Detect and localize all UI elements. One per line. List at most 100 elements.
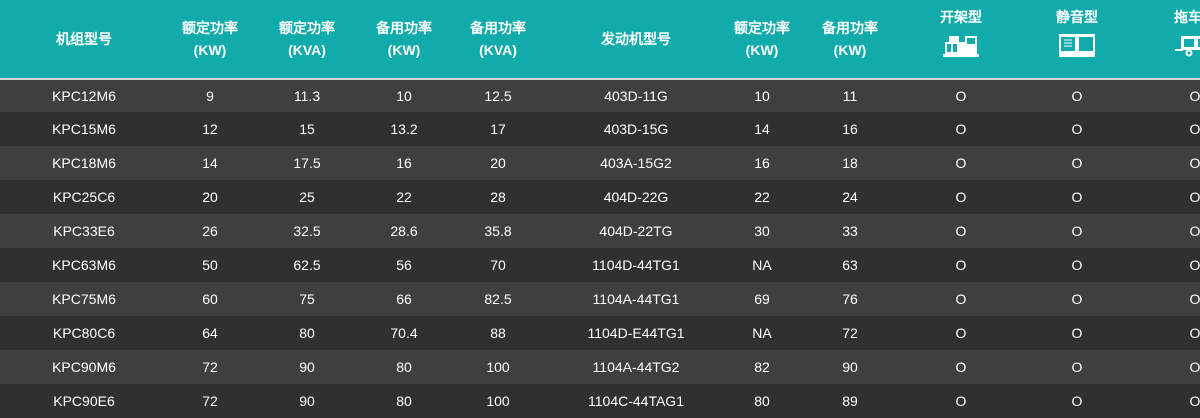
table-body: KPC12M6 9 11.3 10 12.5 403D-11G 10 11 O O O KPC15M6… [0,78,1200,418]
cell-engine-rated-kw: 82 [722,350,802,384]
cell-model: KPC33E6 [0,214,168,248]
cell-standby-kva: 70 [446,248,550,282]
cell-trailer-type: O [1130,180,1200,214]
cell-open-type: O [898,180,1024,214]
cell-standby-kw: 56 [362,248,446,282]
cell-rated-kw: 72 [168,384,252,418]
cell-standby-kva: 100 [446,350,550,384]
table-row: KPC15M6 12 15 13.2 17 403D-15G 14 16 O O O [0,112,1200,146]
header-standby-kw-unit: (KW) [387,42,421,58]
cell-open-type: O [898,282,1024,316]
header-model: 机组型号 [0,0,168,79]
cell-silent-type: O [1024,248,1130,282]
cell-rated-kva: 90 [252,350,362,384]
cell-trailer-type: O [1130,78,1200,112]
trailer-generator-icon [1175,36,1200,57]
cell-trailer-type: O [1130,146,1200,180]
cell-rated-kva: 17.5 [252,146,362,180]
cell-standby-kw: 16 [362,146,446,180]
cell-standby-kw: 70.4 [362,316,446,350]
cell-standby-kw: 80 [362,350,446,384]
table-row: KPC12M6 9 11.3 10 12.5 403D-11G 10 11 O O O [0,78,1200,112]
cell-rated-kva: 15 [252,112,362,146]
table-row: KPC33E6 26 32.5 28.6 35.8 404D-22TG 30 33 O O O [0,214,1200,248]
table-row: KPC90M6 72 90 80 100 1104A-44TG2 82 90 O O O [0,350,1200,384]
cell-standby-kva: 35.8 [446,214,550,248]
cell-silent-type: O [1024,112,1130,146]
cell-trailer-type: O [1130,214,1200,248]
open-frame-generator-icon [943,36,979,57]
cell-silent-type: O [1024,384,1130,418]
cell-standby-kw: 80 [362,384,446,418]
cell-rated-kw: 72 [168,350,252,384]
cell-standby-kw: 10 [362,78,446,112]
cell-engine-standby-kw: 89 [802,384,898,418]
table-row: KPC18M6 14 17.5 16 20 403A-15G2 16 18 O O O [0,146,1200,180]
cell-silent-type: O [1024,282,1130,316]
cell-engine-model: 403A-15G2 [550,146,722,180]
cell-open-type: O [898,112,1024,146]
cell-engine-model: 1104D-44TG1 [550,248,722,282]
cell-open-type: O [898,316,1024,350]
cell-engine-model: 403D-11G [550,78,722,112]
cell-engine-standby-kw: 76 [802,282,898,316]
cell-rated-kw: 12 [168,112,252,146]
cell-rated-kva: 25 [252,180,362,214]
cell-model: KPC18M6 [0,146,168,180]
header-standby-kva: 备用功率 (KVA) [446,0,550,79]
cell-engine-rated-kw: 80 [722,384,802,418]
cell-engine-standby-kw: 16 [802,112,898,146]
header-open-type-title: 开架型 [940,9,982,25]
cell-model: KPC15M6 [0,112,168,146]
header-silent-type-title: 静音型 [1056,9,1098,25]
cell-silent-type: O [1024,78,1130,112]
cell-model: KPC25C6 [0,180,168,214]
cell-engine-model: 1104C-44TAG1 [550,384,722,418]
cell-engine-model: 1104D-E44TG1 [550,316,722,350]
header-engine-rated-kw-title: 额定功率 [734,20,790,36]
cell-engine-model: 404D-22G [550,180,722,214]
cell-engine-rated-kw: NA [722,316,802,350]
header-engine-standby-kw-unit: (KW) [833,42,867,58]
cell-model: KPC63M6 [0,248,168,282]
silent-generator-icon [1059,34,1095,57]
cell-model: KPC12M6 [0,78,168,112]
cell-rated-kva: 62.5 [252,248,362,282]
table-row: KPC90E6 72 90 80 100 1104C-44TAG1 80 89 O O O [0,384,1200,418]
cell-rated-kw: 60 [168,282,252,316]
cell-engine-rated-kw: 14 [722,112,802,146]
header-engine-model: 发动机型号 [550,0,722,79]
header-engine-rated-kw: 额定功率 (KW) [722,0,802,79]
table-row: KPC63M6 50 62.5 56 70 1104D-44TG1 NA 63 O O O [0,248,1200,282]
header-rated-kva: 额定功率 (KVA) [252,0,362,79]
cell-standby-kva: 100 [446,384,550,418]
cell-open-type: O [898,146,1024,180]
cell-open-type: O [898,248,1024,282]
cell-engine-model: 1104A-44TG2 [550,350,722,384]
header-rated-kw: 额定功率 (KW) [168,0,252,79]
header-standby-kw-title: 备用功率 [376,20,432,36]
cell-standby-kva: 20 [446,146,550,180]
cell-rated-kva: 32.5 [252,214,362,248]
header-rated-kw-unit: (KW) [193,42,227,58]
cell-open-type: O [898,214,1024,248]
cell-rated-kw: 64 [168,316,252,350]
cell-standby-kw: 66 [362,282,446,316]
cell-open-type: O [898,78,1024,112]
cell-trailer-type: O [1130,316,1200,350]
cell-rated-kw: 20 [168,180,252,214]
cell-trailer-type: O [1130,384,1200,418]
cell-engine-rated-kw: 22 [722,180,802,214]
header-rated-kva-title: 额定功率 [279,20,335,36]
header-trailer-type: 拖车型 [1130,0,1200,79]
cell-rated-kva: 90 [252,384,362,418]
cell-engine-rated-kw: 10 [722,78,802,112]
cell-silent-type: O [1024,214,1130,248]
generator-spec-table: 机组型号 额定功率 (KW) 额定功率 (KVA) 备用功率 (KW) 备用功率… [0,0,1200,418]
cell-rated-kva: 11.3 [252,78,362,112]
header-row: 机组型号 额定功率 (KW) 额定功率 (KVA) 备用功率 (KW) 备用功率… [0,0,1200,79]
header-open-type: 开架型 [898,0,1024,79]
cell-standby-kw: 13.2 [362,112,446,146]
header-rated-kw-title: 额定功率 [182,20,238,36]
cell-standby-kva: 17 [446,112,550,146]
